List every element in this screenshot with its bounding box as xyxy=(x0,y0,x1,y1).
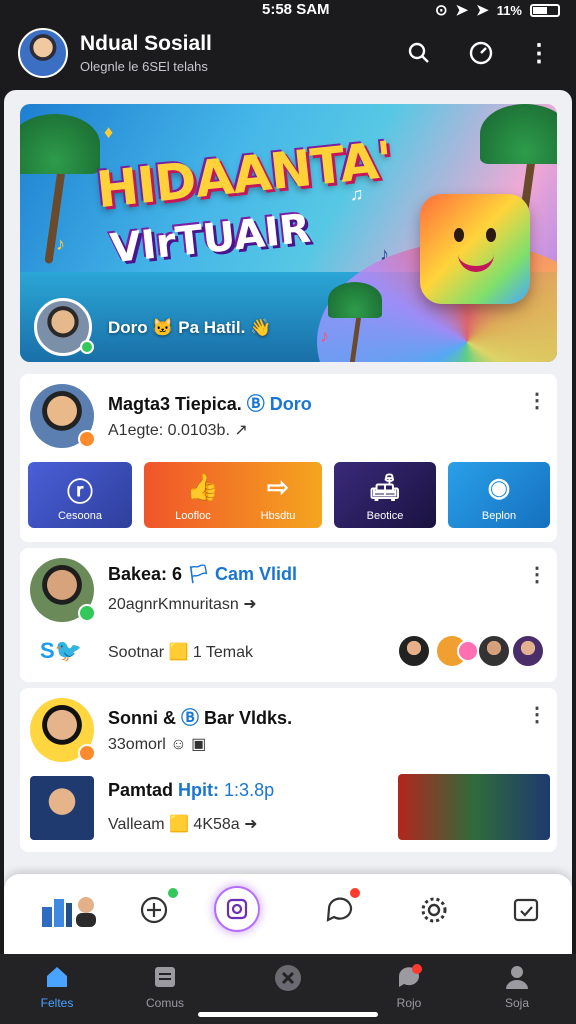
badge-icon: ◉ xyxy=(487,472,511,502)
user-avatar[interactable] xyxy=(30,384,96,448)
calendar-check-icon[interactable] xyxy=(508,892,544,928)
battery-text: 11% xyxy=(496,2,522,18)
share-icon: ↗ xyxy=(234,422,248,439)
quick-action-tray xyxy=(4,874,572,954)
user-avatar[interactable] xyxy=(30,698,96,762)
search-icon[interactable] xyxy=(404,38,434,68)
post-meta: 20agnrKmnuritasn ➜ xyxy=(108,596,257,613)
status-bar: 5:58 SAM ⊙ ➤ ➤ 11% xyxy=(0,0,576,22)
nav-item-feltes[interactable]: Feltes xyxy=(22,964,92,1010)
hero-banner[interactable]: ♦ ♫ ♪ ♪ ♪ HIDAANTA' VIrTUAIR Doro 🐱 Pa H… xyxy=(20,104,557,362)
post-card[interactable]: Sonni & Ⓑ Bar Vldks. 33omorl ☺ ▣ ⋮ Pamta… xyxy=(20,688,557,852)
post-author: Magta3 Tiepica. Ⓑ Doro xyxy=(108,394,312,414)
feed-panel: ♦ ♫ ♪ ♪ ♪ HIDAANTA' VIrTUAIR Doro 🐱 Pa H… xyxy=(4,90,572,970)
chat-icon xyxy=(396,964,422,990)
tile-icon: ⓡ xyxy=(66,477,93,507)
palm-tree-icon xyxy=(20,114,100,265)
more-options-icon[interactable]: ⋮ xyxy=(524,38,554,68)
card-more-icon[interactable]: ⋮ xyxy=(527,702,547,727)
post-stats: Valleam 🟨 4K58a ➜ xyxy=(108,816,258,833)
arrow-right-icon: ⇨ xyxy=(267,472,289,502)
user-avatar[interactable] xyxy=(30,558,96,622)
nav-item-tools[interactable] xyxy=(252,964,322,996)
nav-item-soja[interactable]: Soja xyxy=(482,964,552,1010)
music-note-icon: ♪ xyxy=(56,234,65,254)
card-more-icon[interactable]: ⋮ xyxy=(527,388,547,413)
post-subtitle: Pamtad Hpit: 1:3.8p xyxy=(108,780,275,800)
compass-icon[interactable] xyxy=(466,38,496,68)
forward-icon: ➜ xyxy=(244,816,258,833)
sofa-icon: 🛋 xyxy=(368,472,402,502)
tile-beplon[interactable]: ◉ Beplon xyxy=(448,462,550,528)
house-icon xyxy=(44,964,70,990)
post-meta: A1egte: 0.0103b. ↗ xyxy=(108,422,248,439)
hero-headline-line2: VIrTUAIR xyxy=(108,205,313,273)
hero-headline-line1: HIDAANTA' xyxy=(93,130,395,220)
settings-gear-icon[interactable] xyxy=(416,892,452,928)
mascot-character xyxy=(420,194,530,304)
friends-cluster[interactable] xyxy=(397,634,547,670)
signal-icon: ➤ xyxy=(476,2,489,19)
post-author: Bakea: 6 🏳 Cam Vlidl xyxy=(108,564,297,584)
nav-item-comus[interactable]: Comus xyxy=(130,964,200,1010)
chart-avatar-icon[interactable] xyxy=(40,892,100,928)
home-indicator[interactable] xyxy=(198,1012,378,1017)
app-subtitle: Olegnle le 6SEl telahs xyxy=(80,59,208,74)
post-card[interactable]: Bakea: 6 🏳 Cam Vlidl 20agnrKmnuritasn ➜ … xyxy=(20,548,557,682)
hero-caption: Doro 🐱 Pa Hatil. 👋 xyxy=(108,318,272,337)
tag-plus-icon[interactable] xyxy=(136,892,172,928)
action-tiles: ⓡ Cesoona 👍 ⇨ Loofloc Hbsdtu 🛋 Beotice ◉… xyxy=(28,462,550,528)
app-header: Ndual Sosiall Olegnle le 6SEl telahs ⋮ xyxy=(0,22,576,88)
person-icon xyxy=(504,964,530,990)
smile-icon: ☺ xyxy=(170,736,187,753)
list-icon xyxy=(152,964,178,990)
tile-cesoona[interactable]: ⓡ Cesoona xyxy=(28,462,132,528)
online-badge xyxy=(80,340,94,354)
battery-icon xyxy=(530,3,560,17)
group-photo[interactable] xyxy=(398,774,550,840)
app-title: Ndual Sosiall xyxy=(80,32,212,55)
clipboard-icon: ▣ xyxy=(191,736,207,753)
post-card[interactable]: Magta3 Tiepica. Ⓑ Doro A1egte: 0.0103b. … xyxy=(20,374,557,542)
notification-dot xyxy=(168,888,178,898)
post-thumbnail[interactable] xyxy=(30,776,94,840)
post-meta: 33omorl ☺ ▣ xyxy=(108,736,207,753)
forward-icon: ➜ xyxy=(243,596,257,613)
location-icon: ➤ xyxy=(455,2,469,19)
tile-beotice[interactable]: 🛋 Beotice xyxy=(334,462,436,528)
alarm-icon: ⊙ xyxy=(434,2,448,19)
tile-loofloc[interactable]: 👍 ⇨ Loofloc Hbsdtu xyxy=(144,462,322,528)
twitter-icon[interactable]: S🐦 xyxy=(40,638,82,664)
flag-icon: 🏳 xyxy=(187,564,210,584)
nav-item-rojo[interactable]: Rojo xyxy=(374,964,444,1010)
profile-avatar[interactable] xyxy=(18,28,68,78)
status-icons: ⊙ ➤ ➤ 11% xyxy=(435,1,560,19)
music-note-icon: ♪ xyxy=(320,326,329,346)
verified-badge-icon: Ⓑ xyxy=(181,708,200,728)
music-note-icon: ♪ xyxy=(380,244,389,264)
post-author: Sonni & Ⓑ Bar Vldks. xyxy=(108,708,293,728)
status-time: 5:58 SAM xyxy=(262,1,330,18)
post-stats: Sootnar 🟨 1 Temak xyxy=(108,644,254,661)
card-more-icon[interactable]: ⋮ xyxy=(527,562,547,587)
music-note-icon: ♦ xyxy=(104,122,114,142)
verified-badge-icon: Ⓑ xyxy=(246,394,265,414)
app-screen: 5:58 SAM ⊙ ➤ ➤ 11% Ndual Sosiall Olegnle… xyxy=(0,0,576,1024)
notification-dot xyxy=(350,888,360,898)
capture-button[interactable] xyxy=(214,886,260,932)
palm-tree-icon xyxy=(328,282,382,362)
tools-icon xyxy=(274,964,301,991)
